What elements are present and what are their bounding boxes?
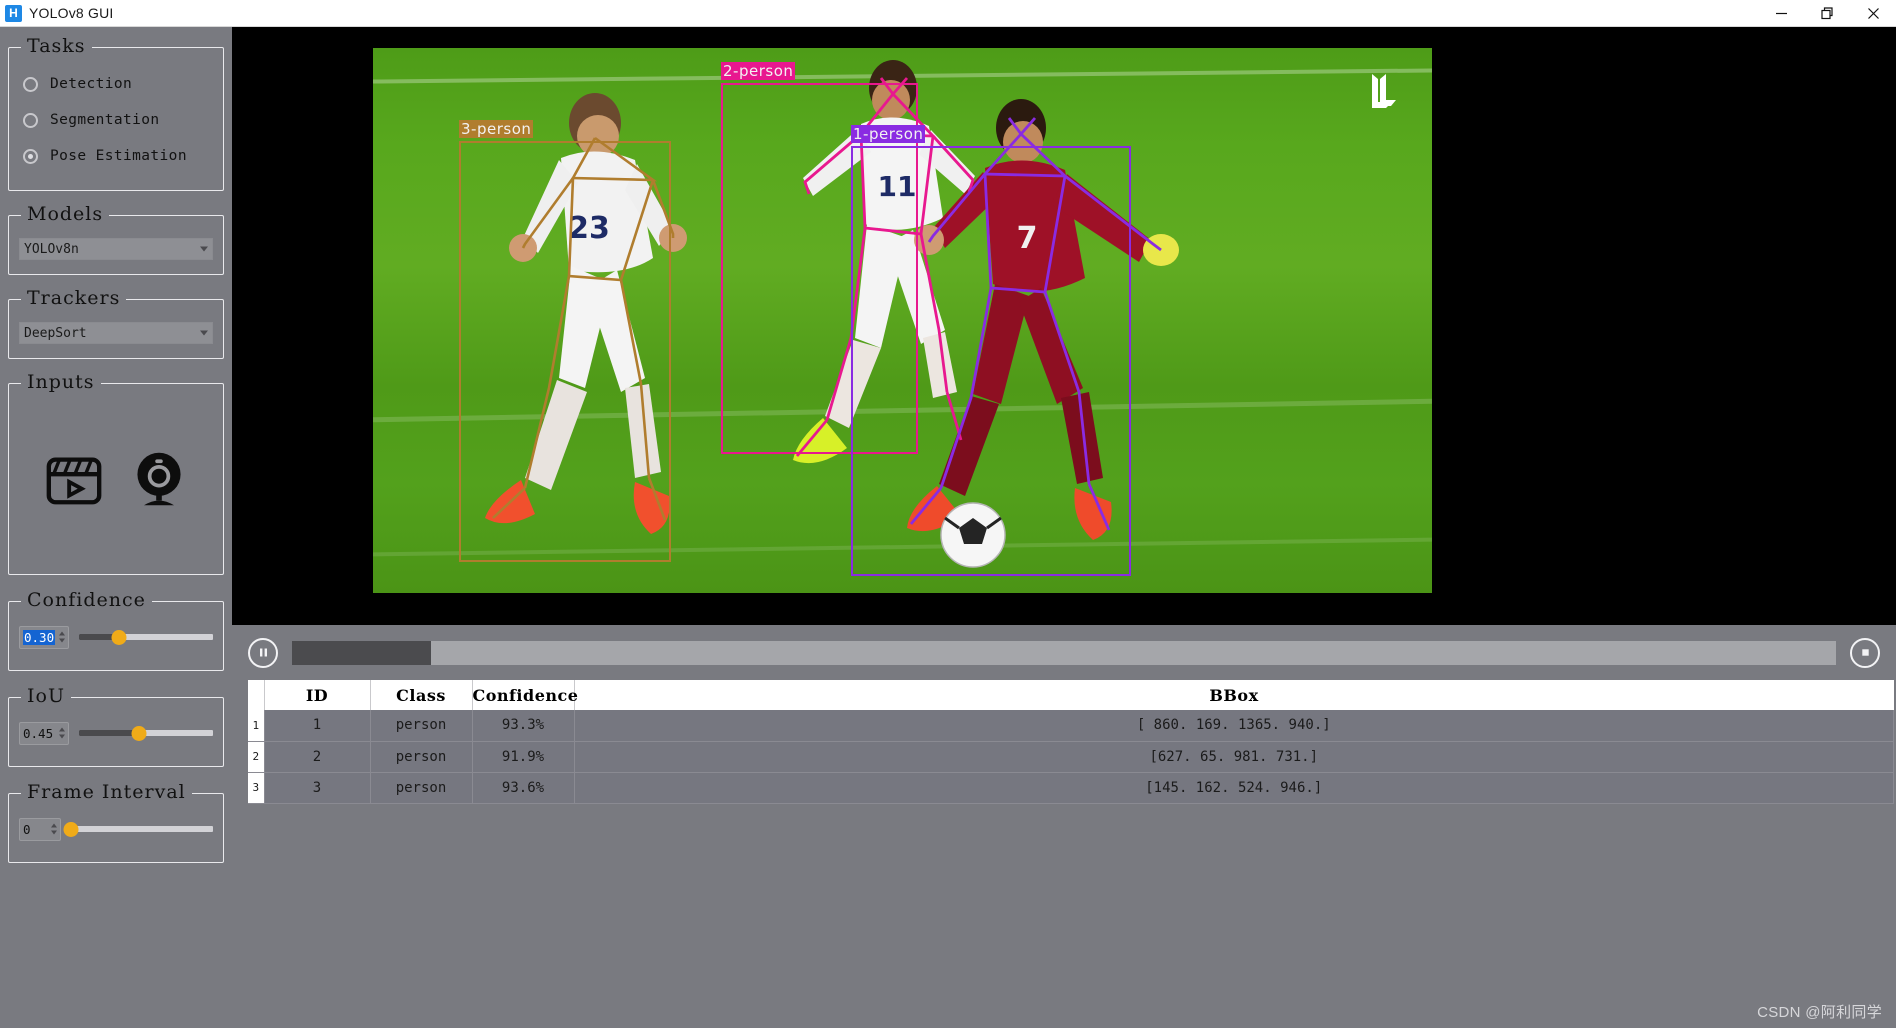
video-frame: 23 11 7 3-person 2-person 1-person bbox=[373, 48, 1432, 593]
table-cell-confidence: 91.9% bbox=[472, 741, 575, 773]
table-cell-class: person bbox=[370, 772, 473, 804]
table-cell-confidence: 93.3% bbox=[472, 710, 575, 742]
main-content: 23 11 7 3-person 2-person 1-person ID Cl… bbox=[232, 27, 1896, 1028]
radio-pose-estimation[interactable]: Pose Estimation bbox=[19, 138, 213, 174]
detection-label-1: 1-person bbox=[851, 125, 926, 143]
iou-slider-handle[interactable] bbox=[131, 725, 147, 741]
table-row-number: 1 bbox=[248, 710, 265, 742]
table-header-confidence[interactable]: Confidence bbox=[472, 680, 578, 710]
model-select-value: YOLOv8n bbox=[24, 241, 79, 257]
table-cell-id: 1 bbox=[264, 710, 371, 742]
detection-label-3: 3-person bbox=[459, 120, 534, 138]
table-header-class[interactable]: Class bbox=[370, 680, 473, 710]
tasks-group: Tasks Detection Segmentation Pose Estima… bbox=[8, 35, 224, 191]
stop-icon[interactable] bbox=[1850, 637, 1880, 668]
detection-box-1 bbox=[851, 146, 1131, 576]
webcam-icon[interactable] bbox=[129, 449, 189, 509]
iou-group-title: IoU bbox=[21, 685, 71, 707]
table-header-id[interactable]: ID bbox=[264, 680, 371, 710]
table-cell-bbox: [145. 162. 524. 946.] bbox=[574, 772, 1894, 804]
radio-detection[interactable]: Detection bbox=[19, 66, 213, 102]
iou-value: 0.45 bbox=[23, 725, 54, 741]
table-row[interactable]: 3 3 person 93.6% [145. 162. 524. 946.] bbox=[248, 772, 1894, 804]
confidence-slider-handle[interactable] bbox=[111, 629, 127, 645]
iou-spinbox[interactable]: 0.45 bbox=[19, 721, 69, 745]
table-corner-header bbox=[248, 680, 265, 710]
frame-interval-slider[interactable] bbox=[63, 820, 213, 838]
radio-detection-label: Detection bbox=[50, 76, 133, 92]
table-cell-bbox: [627. 65. 981. 731.] bbox=[574, 741, 1894, 773]
model-select[interactable]: YOLOv8n bbox=[19, 238, 213, 260]
video-display[interactable]: 23 11 7 3-person 2-person 1-person bbox=[232, 27, 1896, 625]
detection-label-2: 2-person bbox=[721, 62, 796, 80]
models-group: Models YOLOv8n bbox=[8, 203, 224, 275]
frame-interval-slider-track bbox=[71, 826, 213, 832]
table-row[interactable]: 1 1 person 93.3% [ 860. 169. 1365. 940.] bbox=[248, 710, 1894, 742]
iou-slider[interactable] bbox=[79, 724, 213, 742]
frame-interval-spinbox[interactable]: 0 bbox=[19, 817, 61, 841]
close-icon[interactable] bbox=[1850, 0, 1896, 27]
confidence-group-title: Confidence bbox=[21, 589, 152, 611]
iou-group: IoU 0.45 bbox=[8, 685, 224, 767]
iou-slider-fill bbox=[79, 730, 140, 736]
left-sidebar: Tasks Detection Segmentation Pose Estima… bbox=[0, 27, 232, 1028]
playback-bar bbox=[232, 625, 1896, 680]
radio-segmentation-label: Segmentation bbox=[50, 112, 160, 128]
frame-interval-group-title: Frame Interval bbox=[21, 781, 192, 803]
detections-table-container[interactable]: ID Class Confidence BBox 1 1 person 93.3… bbox=[232, 680, 1896, 1028]
table-row[interactable]: 2 2 person 91.9% [627. 65. 981. 731.] bbox=[248, 741, 1894, 773]
spinner-arrows-icon[interactable] bbox=[51, 823, 57, 835]
frame-interval-group: Frame Interval 0 bbox=[8, 781, 224, 863]
frame-interval-slider-handle[interactable] bbox=[63, 821, 79, 837]
radio-detection-indicator bbox=[23, 76, 38, 92]
window-controls bbox=[1758, 0, 1896, 27]
models-group-title: Models bbox=[21, 203, 110, 225]
minimize-icon[interactable] bbox=[1758, 0, 1804, 27]
spinner-arrows-icon[interactable] bbox=[59, 631, 65, 643]
tasks-group-title: Tasks bbox=[21, 35, 92, 57]
spinner-arrows-icon[interactable] bbox=[59, 727, 65, 739]
pause-icon[interactable] bbox=[248, 637, 278, 668]
confidence-slider[interactable] bbox=[79, 628, 213, 646]
radio-segmentation[interactable]: Segmentation bbox=[19, 102, 213, 138]
confidence-group: Confidence 0.30 bbox=[8, 589, 224, 671]
tracker-select-value: DeepSort bbox=[24, 325, 87, 341]
restore-icon[interactable] bbox=[1804, 0, 1850, 27]
table-cell-class: person bbox=[370, 710, 473, 742]
trackers-group-title: Trackers bbox=[21, 287, 127, 309]
table-row-number: 3 bbox=[248, 772, 265, 804]
radio-pose-estimation-indicator bbox=[23, 148, 38, 164]
app-body: Tasks Detection Segmentation Pose Estima… bbox=[0, 27, 1896, 1028]
title-bar: H YOLOv8 GUI bbox=[0, 0, 1896, 27]
inputs-group-title: Inputs bbox=[21, 371, 101, 393]
detections-table: ID Class Confidence BBox 1 1 person 93.3… bbox=[248, 680, 1894, 804]
video-file-icon[interactable] bbox=[43, 448, 105, 510]
video-progress-fill bbox=[292, 640, 431, 665]
table-cell-confidence: 93.6% bbox=[472, 772, 575, 804]
detection-box-3 bbox=[459, 141, 671, 562]
table-cell-id: 3 bbox=[264, 772, 371, 804]
table-header-bbox[interactable]: BBox bbox=[574, 680, 1894, 710]
table-header-row: ID Class Confidence BBox bbox=[248, 680, 1894, 710]
confidence-value: 0.30 bbox=[23, 629, 56, 645]
trackers-group: Trackers DeepSort bbox=[8, 287, 224, 359]
table-cell-bbox: [ 860. 169. 1365. 940.] bbox=[574, 710, 1894, 742]
inputs-group: Inputs bbox=[8, 371, 224, 575]
radio-pose-estimation-label: Pose Estimation bbox=[50, 148, 187, 164]
radio-segmentation-indicator bbox=[23, 112, 38, 128]
table-body: 1 1 person 93.3% [ 860. 169. 1365. 940.]… bbox=[248, 710, 1894, 804]
table-row-number: 2 bbox=[248, 741, 265, 773]
chevron-down-icon bbox=[200, 246, 208, 252]
chevron-down-icon bbox=[200, 330, 208, 336]
confidence-spinbox[interactable]: 0.30 bbox=[19, 625, 69, 649]
table-cell-class: person bbox=[370, 741, 473, 773]
tracker-select[interactable]: DeepSort bbox=[19, 322, 213, 344]
frame-interval-value: 0 bbox=[23, 821, 31, 837]
video-progress-bar[interactable] bbox=[292, 640, 1836, 665]
watermark: CSDN @阿利同学 bbox=[1757, 1004, 1882, 1021]
app-icon: H bbox=[5, 4, 22, 22]
table-cell-id: 2 bbox=[264, 741, 371, 773]
video-logo-icon bbox=[1362, 70, 1402, 112]
window-title: YOLOv8 GUI bbox=[29, 5, 114, 21]
